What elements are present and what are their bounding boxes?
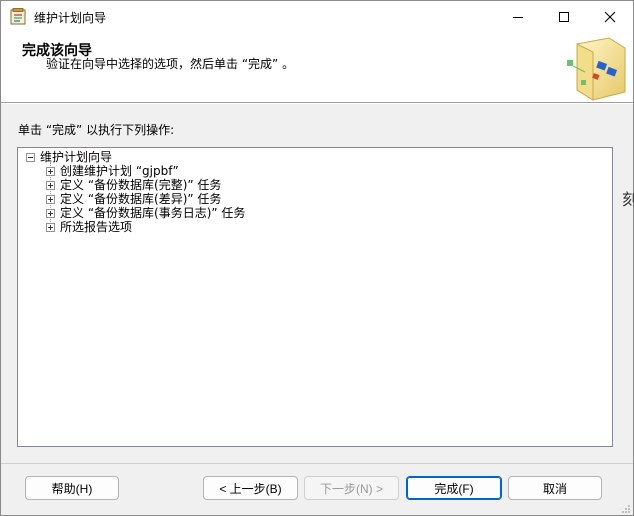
tree-node-backup-diff[interactable]: 定义 “备份数据库(差异)” 任务	[46, 192, 221, 206]
background-window-glyph: 刻	[622, 190, 634, 209]
instruction-label: 单击 “完成” 以执行下列操作:	[18, 123, 175, 137]
expand-icon[interactable]	[46, 194, 55, 204]
page-subtitle: 验证在向导中选择的选项，然后单击 “完成” 。	[46, 57, 295, 71]
tree-node-label: 所选报告选项	[60, 220, 133, 234]
expand-icon[interactable]	[46, 208, 55, 218]
expand-icon[interactable]	[46, 180, 55, 190]
window-title: 维护计划向导	[34, 11, 107, 25]
tree-node-report-options[interactable]: 所选报告选项	[46, 220, 132, 234]
tree-node-label: 创建维护计划 “gjpbf”	[60, 164, 179, 178]
maintenance-plan-wizard-window: 维护计划向导 完成该向导 验证在向导中选择的选项，然后单击 “完成” 。 单击 …	[0, 0, 634, 516]
finish-button[interactable]: 完成(F)	[406, 476, 502, 500]
minimize-button[interactable]	[495, 1, 541, 33]
wizard-app-icon	[10, 8, 27, 25]
wizard-header: 完成该向导 验证在向导中选择的选项，然后单击 “完成” 。	[1, 33, 633, 102]
previous-button[interactable]: < 上一步(B)	[203, 476, 298, 500]
title-bar[interactable]: 维护计划向导	[1, 1, 633, 33]
tree-node-label: 维护计划向导	[40, 150, 113, 164]
collapse-icon[interactable]	[26, 152, 35, 162]
actions-tree-view[interactable]: 维护计划向导 创建维护计划 “gjpbf” 定义 “备份数据库(完整)” 任务 …	[17, 147, 613, 447]
header-divider-highlight	[1, 103, 633, 104]
close-button[interactable]	[587, 1, 633, 33]
cancel-button[interactable]: 取消	[508, 476, 602, 500]
minimize-icon	[513, 17, 523, 18]
tree-node-backup-full[interactable]: 定义 “备份数据库(完整)” 任务	[46, 178, 221, 192]
footer-divider	[1, 463, 633, 464]
tree-node-label: 定义 “备份数据库(差异)” 任务	[60, 192, 222, 206]
tree-node-create-plan[interactable]: 创建维护计划 “gjpbf”	[46, 164, 179, 178]
tree-node-label: 定义 “备份数据库(完整)” 任务	[60, 178, 222, 192]
tree-node-label: 定义 “备份数据库(事务日志)” 任务	[60, 206, 246, 220]
expand-icon[interactable]	[46, 222, 55, 232]
tree-node-backup-log[interactable]: 定义 “备份数据库(事务日志)” 任务	[46, 206, 245, 220]
wizard-banner-icon	[563, 36, 633, 102]
maximize-button[interactable]	[541, 1, 587, 33]
close-icon	[604, 11, 616, 23]
resize-grip-icon[interactable]	[621, 503, 631, 513]
expand-icon[interactable]	[46, 166, 55, 176]
tree-root-node[interactable]: 维护计划向导	[26, 150, 112, 164]
next-button: 下一步(N) >	[304, 476, 399, 500]
maximize-icon	[559, 12, 569, 22]
help-button[interactable]: 帮助(H)	[25, 476, 119, 500]
